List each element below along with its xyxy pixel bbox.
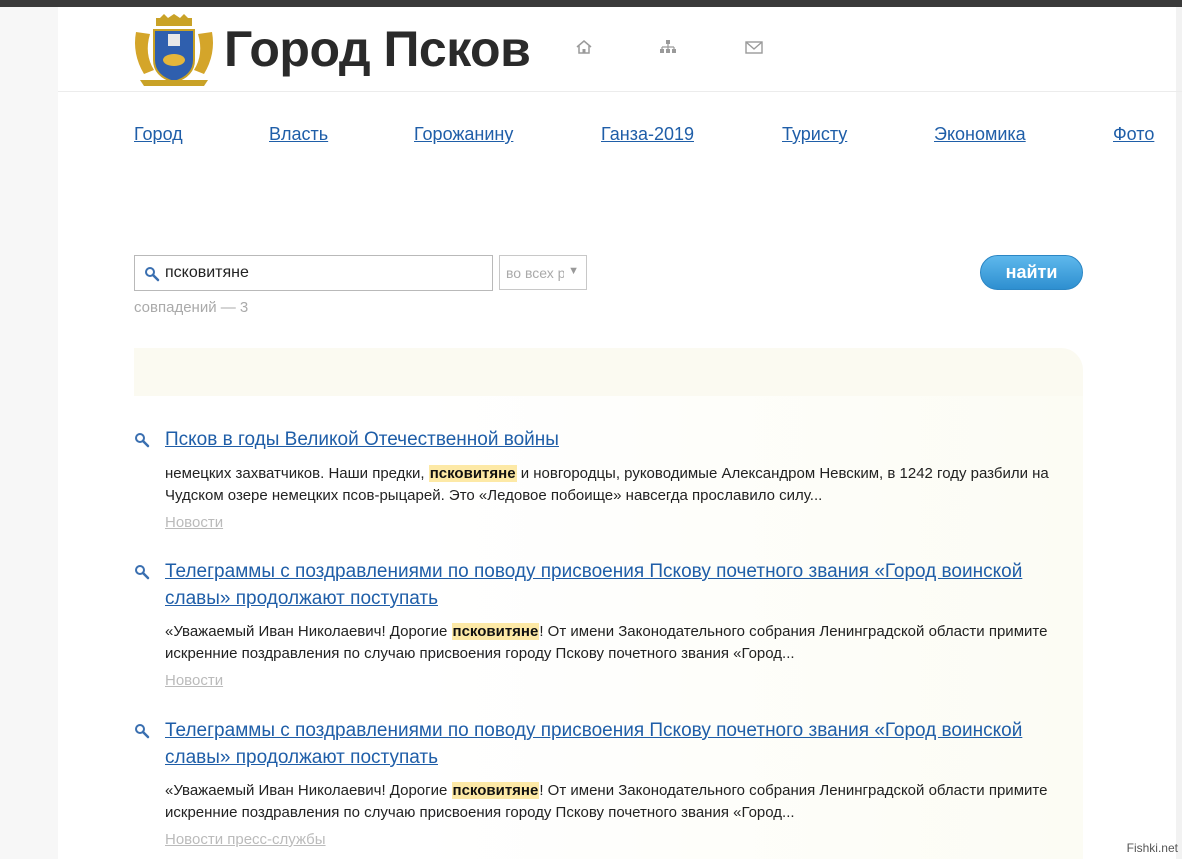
search-scope-select[interactable]: во всех р ▼ <box>499 255 587 290</box>
nav-item-hansa-2019[interactable]: Ганза-2019 <box>601 124 694 145</box>
search-button[interactable]: найти <box>980 255 1083 290</box>
search-icon <box>135 565 150 580</box>
coat-of-arms-logo[interactable] <box>132 14 216 88</box>
search-field[interactable] <box>134 255 493 291</box>
result-category-link[interactable]: Новости <box>165 514 223 531</box>
dropdown-arrow-icon: ▼ <box>568 265 579 277</box>
result-snippet: «Уважаемый Иван Николаевич! Дорогие пско… <box>165 621 1065 665</box>
highlighted-term: псковитяне <box>451 623 540 640</box>
result-title-link[interactable]: Телеграммы с поздравлениями по поводу пр… <box>165 717 1065 771</box>
snippet-text: «Уважаемый Иван Николаевич! Дорогие <box>165 623 452 640</box>
result-snippet: «Уважаемый Иван Николаевич! Дорогие пско… <box>165 780 1065 824</box>
browser-top-strip <box>0 0 1182 7</box>
result-title-link[interactable]: Телеграммы с поздравлениями по поводу пр… <box>165 558 1065 612</box>
search-input[interactable] <box>165 262 485 284</box>
right-gutter <box>1176 7 1182 859</box>
header-divider <box>58 91 1182 92</box>
nav-item-citizen[interactable]: Горожанину <box>414 124 513 145</box>
mail-icon[interactable] <box>744 38 764 56</box>
nav-item-authority[interactable]: Власть <box>269 124 328 145</box>
result-category-link[interactable]: Новости <box>165 672 223 689</box>
snippet-text: немецких захватчиков. Наши предки, <box>165 465 429 482</box>
result-snippet: немецких захватчиков. Наши предки, псков… <box>165 463 1065 507</box>
search-scope-value: во всех р <box>506 265 564 281</box>
search-icon <box>145 267 160 282</box>
site-title[interactable]: Город Псков <box>224 20 531 78</box>
search-icon <box>135 724 150 739</box>
result-category-link[interactable]: Новости пресс-службы <box>165 831 326 848</box>
home-icon[interactable] <box>574 38 594 56</box>
matches-count: совпадений — 3 <box>134 299 249 316</box>
snippet-text: «Уважаемый Иван Николаевич! Дорогие <box>165 782 452 799</box>
result-title-link[interactable]: Псков в годы Великой Отечественной войны <box>165 426 1065 453</box>
highlighted-term: псковитяне <box>428 465 517 482</box>
nav-item-photo[interactable]: Фото <box>1113 124 1154 145</box>
watermark: Fishki.net <box>1126 841 1178 855</box>
left-gutter <box>0 7 58 859</box>
results-header-bar <box>134 348 1083 396</box>
nav-item-tourist[interactable]: Туристу <box>782 124 847 145</box>
nav-item-economy[interactable]: Экономика <box>934 124 1026 145</box>
sitemap-icon[interactable] <box>658 38 678 56</box>
search-icon <box>135 433 150 448</box>
highlighted-term: псковитяне <box>451 782 540 799</box>
nav-item-city[interactable]: Город <box>134 124 183 145</box>
